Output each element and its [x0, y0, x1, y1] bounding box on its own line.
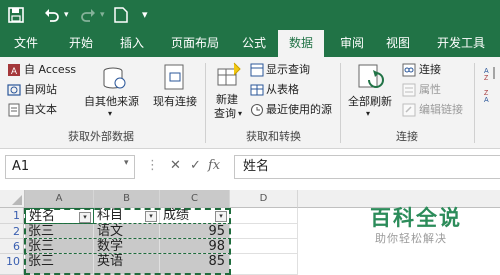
copy-marquee [24, 208, 231, 275]
watermark-title: 百科全说 [370, 206, 462, 230]
row-header[interactable]: 10 [0, 254, 24, 275]
tab-data[interactable]: 数据 [278, 30, 324, 57]
insert-function-icon[interactable]: fx [208, 158, 220, 173]
other-sources-dropdown-icon[interactable]: ▾ [108, 107, 112, 121]
tab-file[interactable]: 文件 [0, 30, 52, 57]
group-separator [340, 63, 341, 143]
row-header[interactable]: 1 [0, 208, 24, 224]
drag-handle-icon[interactable]: ⋮ [146, 158, 159, 173]
from-text-button[interactable]: 自文本 [24, 103, 57, 117]
save-icon[interactable] [8, 5, 24, 25]
svg-text:Z: Z [484, 75, 489, 81]
undo-dropdown-icon[interactable]: ▾ [64, 5, 69, 25]
ribbon-data: A 自 Access 自网站 自文本 自其他来源 ▾ 现有连接 获取外部数据 新… [0, 57, 500, 149]
existing-connections-button[interactable]: 现有连接 [153, 95, 197, 109]
new-query-button[interactable]: 新建 [216, 93, 238, 107]
from-table-icon [250, 84, 264, 96]
show-queries-button[interactable]: 显示查询 [266, 63, 310, 77]
show-queries-icon [250, 63, 264, 77]
column-header-a[interactable]: A [25, 190, 94, 208]
copy-marquee-line [24, 223, 231, 224]
svg-text:A: A [11, 66, 17, 76]
tab-review[interactable]: 审阅 [330, 30, 374, 57]
connections-icon [402, 63, 416, 77]
formula-input[interactable]: 姓名 [234, 155, 500, 179]
formula-bar: A1 ▾ ⋮ ✕ ✓ fx 姓名 [0, 149, 500, 186]
group-separator [205, 63, 206, 143]
properties-button[interactable]: 属性 [419, 83, 441, 97]
group-label-get-external-data: 获取外部数据 [68, 130, 134, 143]
from-web-button[interactable]: 自网站 [24, 83, 57, 97]
copy-marquee-line [24, 238, 231, 239]
refresh-all-dropdown-icon[interactable]: ▾ [366, 107, 370, 121]
group-separator [474, 63, 475, 143]
empty-cell[interactable] [230, 208, 298, 224]
watermark-subtitle: 助你轻松解决 [375, 232, 447, 245]
recent-sources-icon [251, 104, 263, 116]
sort-descending-icon[interactable]: ZA [482, 87, 498, 103]
redo-icon[interactable] [80, 5, 96, 25]
name-box-dropdown-icon[interactable]: ▾ [124, 158, 129, 168]
text-file-icon [8, 103, 20, 117]
other-sources-icon [103, 67, 126, 89]
sort-icon[interactable]: AZ [482, 65, 498, 81]
from-table-button[interactable]: 从表格 [266, 83, 299, 97]
connections-button[interactable]: 连接 [419, 63, 441, 77]
refresh-all-icon [358, 64, 384, 88]
svg-text:A: A [484, 97, 489, 103]
name-box[interactable]: A1 [5, 155, 135, 179]
cancel-icon[interactable]: ✕ [170, 158, 181, 173]
new-query-icon [217, 62, 241, 86]
group-label-connections: 连接 [396, 130, 418, 143]
svg-text:Z: Z [484, 90, 489, 97]
empty-cell[interactable] [230, 239, 298, 254]
ribbon-tabs: 文件 开始 插入 页面布局 公式 数据 审阅 视图 开发工具 [0, 30, 500, 57]
row-header[interactable]: 6 [0, 239, 24, 254]
tab-developer[interactable]: 开发工具 [424, 30, 498, 57]
empty-cell[interactable] [230, 224, 298, 239]
row-header[interactable]: 2 [0, 224, 24, 239]
properties-icon [402, 83, 416, 97]
column-header-d[interactable]: D [230, 190, 298, 208]
svg-text:A: A [484, 68, 489, 75]
redo-dropdown-icon[interactable]: ▾ [100, 5, 105, 25]
new-query-button-label[interactable]: 查询 [214, 107, 236, 121]
empty-cell[interactable] [230, 254, 298, 275]
existing-connections-icon [164, 64, 184, 90]
recent-sources-button[interactable]: 最近使用的源 [266, 103, 332, 117]
enter-icon[interactable]: ✓ [190, 158, 201, 173]
title-bar: ▾ ▾ ▾ [0, 0, 500, 30]
select-all-corner[interactable] [0, 190, 25, 208]
new-file-icon[interactable] [114, 5, 128, 25]
from-access-button[interactable]: 自 Access [24, 63, 76, 77]
edit-links-button[interactable]: 编辑链接 [419, 103, 463, 117]
group-label-get-transform: 获取和转换 [246, 130, 301, 143]
copy-marquee-line [24, 253, 231, 254]
tab-view[interactable]: 视图 [376, 30, 420, 57]
edit-links-icon [402, 103, 416, 117]
tab-page-layout[interactable]: 页面布局 [160, 30, 230, 57]
new-query-dropdown-icon[interactable]: ▾ [238, 107, 242, 121]
web-icon [7, 84, 21, 96]
column-header-c[interactable]: C [160, 190, 230, 208]
column-header-b[interactable]: B [94, 190, 160, 208]
access-icon: A [8, 64, 20, 76]
undo-icon[interactable] [44, 5, 60, 25]
tab-insert[interactable]: 插入 [110, 30, 154, 57]
customize-toolbar-icon[interactable]: ▾ [142, 5, 148, 25]
tab-formulas[interactable]: 公式 [232, 30, 276, 57]
tab-home[interactable]: 开始 [52, 30, 110, 57]
